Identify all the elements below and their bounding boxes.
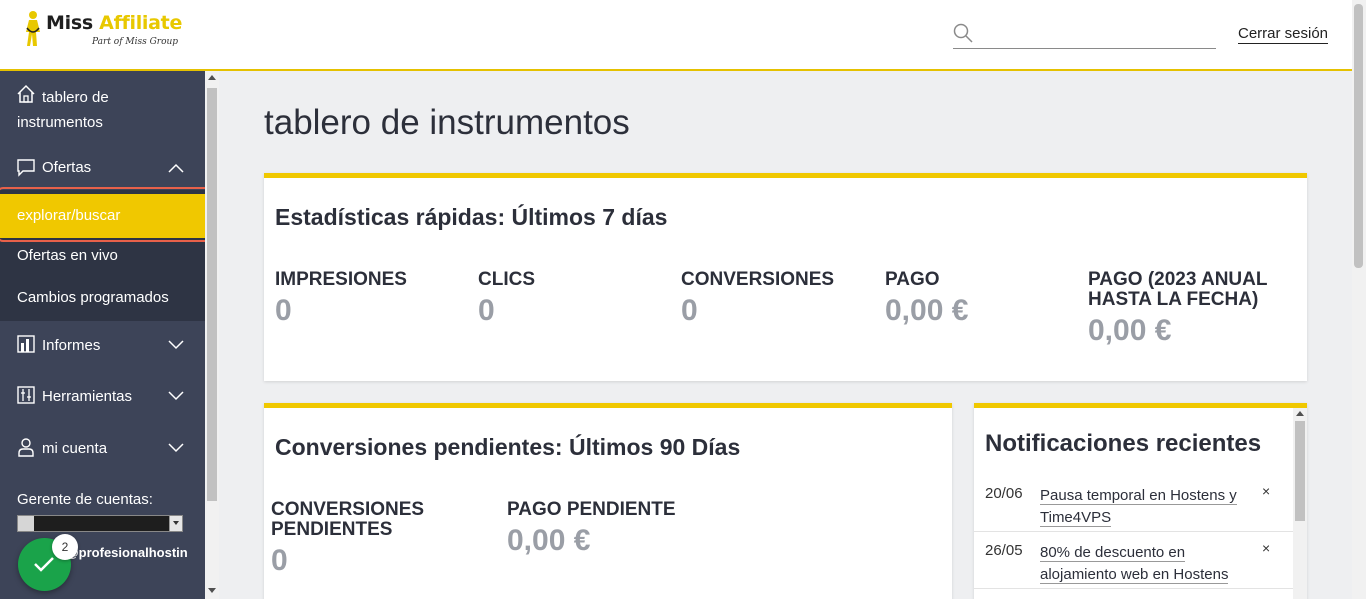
notification-text[interactable]: 80% de descuento en alojamiento web en H… <box>1040 542 1250 586</box>
logo-subtitle: Part of Miss Group <box>92 37 179 47</box>
logo-figure-icon <box>26 11 40 46</box>
stat-impressions-value: 0 <box>275 294 292 327</box>
search-input[interactable] <box>981 20 1213 47</box>
chevron-down-icon[interactable] <box>168 391 184 401</box>
notification-link[interactable]: 80% de descuento en alojamiento web en H… <box>1040 544 1229 584</box>
dropdown-arrow-icon[interactable] <box>169 516 182 531</box>
top-header: Miss Affiliate Part of Miss Group Cerrar… <box>0 0 1352 71</box>
miss-affiliate-logo[interactable]: Miss Affiliate Part of Miss Group <box>24 10 194 54</box>
stat-payout-label: PAGO <box>885 269 940 290</box>
pending-conversions-card: Conversiones pendientes: Últimos 90 Días… <box>264 403 952 599</box>
page-scrollbar-thumb[interactable] <box>1354 4 1363 268</box>
stat-ytd-payout-value: 0,00 € <box>1088 314 1172 347</box>
scroll-down-arrow-icon[interactable] <box>208 588 216 593</box>
sidebar-item-account-label: mi cuenta <box>42 440 108 457</box>
account-manager-label: Gerente de cuentas: <box>17 491 153 508</box>
sidebar-item-offers-label: Ofertas <box>42 159 92 176</box>
stat-impressions-label: IMPRESIONES <box>275 269 407 290</box>
sidebar-item-offers[interactable]: Ofertas <box>0 157 205 179</box>
logo-text: Miss Affiliate <box>46 12 182 34</box>
stat-clicks-value: 0 <box>478 294 495 327</box>
notification-link[interactable]: Pausa temporal en Hostens y Time4VPS <box>1040 487 1237 527</box>
stat-conversions-label: CONVERSIONES <box>681 269 835 290</box>
chevron-up-icon[interactable] <box>168 163 184 173</box>
page-title: tablero de instrumentos <box>264 103 630 142</box>
submenu-item-explore-search[interactable]: explorar/buscar <box>0 194 205 238</box>
notification-item[interactable]: 20/06 Pausa temporal en Hostens y Time4V… <box>974 475 1293 532</box>
pending-conversions-label: CONVERSIONES PENDIENTES <box>271 499 425 540</box>
stat-clicks-label: CLICS <box>478 269 535 290</box>
close-icon[interactable]: × <box>1262 483 1270 499</box>
checkmark-icon <box>34 557 54 572</box>
account-manager-email[interactable]: @profesionalhostin <box>66 545 188 560</box>
page-scrollbar[interactable] <box>1352 0 1366 599</box>
pending-conversions-value: 0 <box>271 544 288 577</box>
sidebar-item-reports[interactable]: Informes <box>0 334 205 356</box>
sidebar: tablero de instrumentos Ofertas Ofertas … <box>0 71 211 599</box>
chevron-down-icon[interactable] <box>168 443 184 453</box>
manager-avatar <box>18 516 34 531</box>
search-icon[interactable] <box>953 23 973 43</box>
sidebar-item-tools-label: Herramientas <box>42 388 133 405</box>
recent-notifications-card: Notificaciones recientes 20/06 Pausa tem… <box>974 403 1307 599</box>
notification-date: 26/05 <box>985 542 1023 559</box>
chat-bubble-icon <box>17 159 35 177</box>
recent-notifications-title: Notificaciones recientes <box>985 430 1262 457</box>
sidebar-scrollbar-thumb[interactable] <box>207 88 217 501</box>
pending-payout-value: 0,00 € <box>507 524 591 557</box>
stat-payout-value: 0,00 € <box>885 294 969 327</box>
notification-date: 20/06 <box>985 485 1023 502</box>
notification-text[interactable]: Pausa temporal en Hostens y Time4VPS <box>1040 485 1250 529</box>
submenu-item-scheduled-changes[interactable]: Cambios programados <box>0 289 205 306</box>
chevron-down-icon[interactable] <box>168 340 184 350</box>
sidebar-item-reports-label: Informes <box>42 337 101 354</box>
search-bar <box>953 20 1216 49</box>
sidebar-item-tools[interactable]: Herramientas <box>0 385 205 407</box>
sidebar-item-dashboard-label: tablero de instrumentos <box>17 89 109 131</box>
submenu-item-live-offers[interactable]: Ofertas en vivo <box>0 247 205 264</box>
sidebar-scrollbar[interactable] <box>205 71 219 599</box>
pending-conversions-title: Conversiones pendientes: Últimos 90 Días <box>275 434 741 460</box>
sidebar-item-account[interactable]: mi cuenta <box>0 437 205 459</box>
logo-accent-text: Affiliate <box>99 12 183 34</box>
account-manager-select[interactable] <box>17 515 183 532</box>
stat-ytd-payout-label: PAGO (2023 ANUAL HASTA LA FECHA) <box>1088 269 1268 310</box>
notification-count-badge: 2 <box>52 534 78 560</box>
close-icon[interactable]: × <box>1262 540 1270 556</box>
stat-conversions-value: 0 <box>681 294 698 327</box>
logout-link[interactable]: Cerrar sesión <box>1238 25 1329 44</box>
logo-main-text: Miss <box>46 12 93 34</box>
pending-payout-label: PAGO PENDIENTE <box>507 499 676 520</box>
quick-stats-card: Estadísticas rápidas: Últimos 7 días IMP… <box>264 173 1307 381</box>
quick-stats-title: Estadísticas rápidas: Últimos 7 días <box>275 204 668 230</box>
notification-item[interactable]: 26/05 80% de descuento en alojamiento we… <box>974 532 1293 589</box>
notifications-scrollbar-thumb[interactable] <box>1295 421 1305 521</box>
tools-grid-icon <box>17 386 35 404</box>
notifications-scrollbar[interactable] <box>1293 408 1307 599</box>
bar-chart-icon <box>17 335 35 353</box>
user-icon <box>18 438 34 457</box>
scroll-up-arrow-icon[interactable] <box>208 75 216 80</box>
sidebar-item-dashboard[interactable]: tablero de instrumentos <box>0 83 205 131</box>
scroll-up-arrow-icon[interactable] <box>1296 411 1304 416</box>
